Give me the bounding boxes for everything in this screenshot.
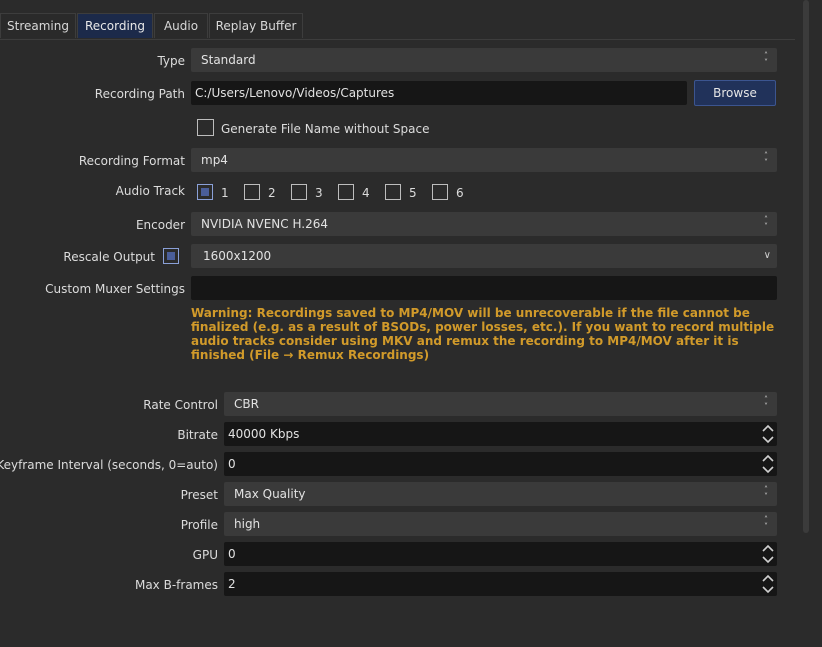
tab-replay-buffer[interactable]: Replay Buffer — [209, 13, 303, 38]
audio-track-3-label: 3 — [315, 186, 323, 200]
spin-arrows-icon[interactable] — [761, 422, 775, 446]
audio-track-2-label: 2 — [268, 186, 276, 200]
tab-recording[interactable]: Recording — [77, 13, 153, 38]
rescale-output-label: Rescale Output — [63, 250, 155, 264]
recording-format-label: Recording Format — [78, 154, 185, 168]
keyframe-spinbox[interactable]: 0 — [224, 452, 777, 476]
audio-track-5-label: 5 — [409, 186, 417, 200]
audio-track-1-label: 1 — [221, 186, 229, 200]
bitrate-value: 40000 Kbps — [228, 427, 300, 441]
browse-button[interactable]: Browse — [694, 80, 776, 106]
tab-streaming[interactable]: Streaming — [0, 13, 76, 38]
gpu-value: 0 — [228, 547, 236, 561]
encoder-select[interactable]: NVIDIA NVENC H.264 ˄ ˅ — [191, 212, 777, 236]
audio-track-label: Audio Track — [115, 184, 185, 198]
updown-chevron-icon: ˄ ˅ — [764, 395, 768, 411]
profile-select[interactable]: high ˄ ˅ — [224, 512, 777, 536]
updown-chevron-icon: ˄ ˅ — [764, 51, 768, 67]
custom-muxer-label: Custom Muxer Settings — [45, 282, 185, 296]
recording-path-label: Recording Path — [94, 87, 185, 101]
audio-track-4-label: 4 — [362, 186, 370, 200]
audio-track-4-checkbox[interactable] — [338, 184, 354, 200]
tab-audio[interactable]: Audio — [154, 13, 208, 38]
rate-control-select[interactable]: CBR ˄ ˅ — [224, 392, 777, 416]
gpu-label: GPU — [192, 548, 218, 562]
rate-control-label: Rate Control — [143, 398, 218, 412]
preset-value: Max Quality — [234, 487, 306, 501]
spin-arrows-icon[interactable] — [761, 452, 775, 476]
type-label: Type — [157, 54, 185, 68]
audio-track-3-checkbox[interactable] — [291, 184, 307, 200]
max-bframes-spinbox[interactable]: 2 — [224, 572, 777, 596]
spin-arrows-icon[interactable] — [761, 572, 775, 596]
preset-label: Preset — [180, 488, 218, 502]
tab-bar: Streaming Recording Audio Replay Buffer — [0, 13, 795, 40]
updown-chevron-icon: ˄ ˅ — [764, 215, 768, 231]
audio-track-6-label: 6 — [456, 186, 464, 200]
preset-select[interactable]: Max Quality ˄ ˅ — [224, 482, 777, 506]
encoder-label: Encoder — [135, 218, 185, 232]
max-bframes-label: Max B-frames — [134, 578, 218, 592]
audio-track-6-checkbox[interactable] — [432, 184, 448, 200]
rescale-output-select[interactable]: 1600x1200 ∨ — [191, 244, 777, 268]
type-select[interactable]: Standard ˄ ˅ — [191, 48, 777, 72]
gpu-spinbox[interactable]: 0 — [224, 542, 777, 566]
rate-control-value: CBR — [234, 397, 259, 411]
keyframe-label: Keyframe Interval (seconds, 0=auto) — [0, 458, 218, 472]
keyframe-value: 0 — [228, 457, 236, 471]
bitrate-spinbox[interactable]: 40000 Kbps — [224, 422, 777, 446]
encoder-value: NVIDIA NVENC H.264 — [201, 217, 328, 231]
recording-path-input[interactable]: C:/Users/Lenovo/Videos/Captures — [191, 81, 687, 105]
custom-muxer-input[interactable] — [191, 276, 777, 300]
audio-track-5-checkbox[interactable] — [385, 184, 401, 200]
profile-value: high — [234, 517, 261, 531]
profile-label: Profile — [180, 518, 218, 532]
chevron-down-icon: ∨ — [763, 250, 771, 261]
updown-chevron-icon: ˄ ˅ — [764, 151, 768, 167]
updown-chevron-icon: ˄ ˅ — [764, 515, 768, 531]
gen-filename-checkbox[interactable] — [197, 119, 214, 136]
audio-track-2-checkbox[interactable] — [244, 184, 260, 200]
max-bframes-value: 2 — [228, 577, 236, 591]
recording-format-value: mp4 — [201, 153, 228, 167]
rescale-output-value: 1600x1200 — [203, 249, 272, 263]
audio-track-1-checkbox[interactable] — [197, 184, 213, 200]
spin-arrows-icon[interactable] — [761, 542, 775, 566]
bitrate-label: Bitrate — [177, 428, 218, 442]
vertical-scrollbar[interactable] — [803, 0, 809, 533]
gen-filename-label: Generate File Name without Space — [221, 122, 430, 136]
rescale-output-checkbox[interactable] — [163, 248, 179, 264]
warning-text: Warning: Recordings saved to MP4/MOV wil… — [191, 306, 775, 362]
type-value: Standard — [201, 53, 256, 67]
recording-format-select[interactable]: mp4 ˄ ˅ — [191, 148, 777, 172]
updown-chevron-icon: ˄ ˅ — [764, 485, 768, 501]
